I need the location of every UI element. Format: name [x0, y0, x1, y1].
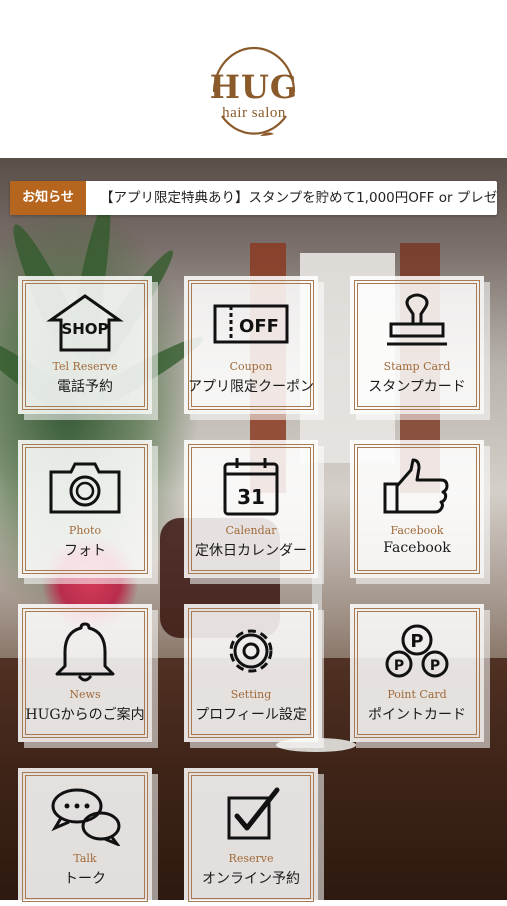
- menu-tile-jp-label: アプリ限定クーポン: [188, 379, 314, 395]
- menu-tile-photo[interactable]: Photo フォト: [18, 440, 152, 578]
- menu-tile-en-label: Stamp Card: [383, 360, 451, 373]
- menu-tile-en-label: Setting: [230, 688, 272, 701]
- calendar-icon: 31: [211, 456, 291, 518]
- camera-icon: [45, 456, 125, 518]
- menu-tile-en-label: Point Card: [387, 688, 447, 701]
- menu-tile-en-label: Facebook: [390, 524, 444, 537]
- menu-tile-en-label: Tel Reserve: [52, 360, 118, 373]
- menu-tile-stamp-card[interactable]: Stamp Card スタンプカード: [350, 276, 484, 414]
- points-icon: P P P: [377, 620, 457, 682]
- coupon-icon: OFF: [211, 292, 291, 354]
- menu-tile-point-card[interactable]: P P P Point Card ポイントカード: [350, 604, 484, 742]
- logo-title: HUG: [209, 68, 299, 106]
- menu-tile-talk[interactable]: Talk トーク: [18, 768, 152, 906]
- menu-tile-en-label: Talk: [73, 852, 97, 865]
- hug-logo: HUG hair salon: [200, 32, 308, 144]
- menu-tile-facebook[interactable]: Facebook Facebook: [350, 440, 484, 578]
- menu-tile-coupon[interactable]: OFF Coupon アプリ限定クーポン: [184, 276, 318, 414]
- news-label: お知らせ: [10, 181, 86, 215]
- menu-tile-tel-reserve[interactable]: SHOP Tel Reserve 電話予約: [18, 276, 152, 414]
- menu-tile-jp-label: Facebook: [383, 540, 451, 556]
- menu-tile-en-label: News: [69, 688, 101, 701]
- menu-tile-jp-label: フォト: [64, 543, 106, 559]
- bell-icon: [45, 620, 125, 682]
- logo-subtitle: hair salon: [222, 105, 286, 121]
- coupon-icon-text: OFF: [239, 316, 279, 337]
- thumbs-up-icon: [377, 456, 457, 518]
- menu-tile-en-label: Photo: [68, 524, 102, 537]
- shop-icon: SHOP: [45, 292, 125, 354]
- calendar-icon-text: 31: [237, 485, 265, 509]
- menu-tile-jp-label: HUGからのご案内: [25, 707, 145, 723]
- menu-tile-en-label: Calendar: [225, 524, 277, 537]
- menu-tile-jp-label: ポイントカード: [368, 707, 466, 723]
- checkbox-icon: [211, 784, 291, 846]
- menu-tile-en-label: Coupon: [229, 360, 273, 373]
- stamp-icon: [377, 292, 457, 354]
- menu-tile-jp-label: プロフィール設定: [195, 707, 307, 723]
- app-header: HUG hair salon: [0, 0, 507, 158]
- chat-icon: [45, 784, 125, 846]
- menu-tile-jp-label: スタンプカード: [368, 379, 466, 395]
- shop-icon-text: SHOP: [61, 320, 108, 338]
- points-icon-text: P: [430, 658, 440, 674]
- menu-tile-setting[interactable]: Setting プロフィール設定: [184, 604, 318, 742]
- menu-tile-jp-label: トーク: [64, 871, 106, 887]
- menu-tile-reserve[interactable]: Reserve オンライン予約: [184, 768, 318, 906]
- menu-tile-jp-label: 電話予約: [57, 379, 113, 395]
- points-icon-text: P: [394, 658, 404, 674]
- menu-tile-news[interactable]: News HUGからのご案内: [18, 604, 152, 742]
- gear-icon: [211, 620, 291, 682]
- news-ticker[interactable]: お知らせ 【アプリ限定特典あり】スタンプを貯めて1,000円OFF or プレゼ…: [10, 181, 497, 215]
- points-icon-text: P: [410, 631, 423, 652]
- menu-tile-en-label: Reserve: [228, 852, 274, 865]
- menu-tile-jp-label: 定休日カレンダー: [195, 543, 307, 559]
- menu-tile-calendar[interactable]: 31 Calendar 定休日カレンダー: [184, 440, 318, 578]
- menu-tile-jp-label: オンライン予約: [202, 871, 300, 887]
- news-text[interactable]: 【アプリ限定特典あり】スタンプを貯めて1,000円OFF or プレゼン: [100, 181, 497, 215]
